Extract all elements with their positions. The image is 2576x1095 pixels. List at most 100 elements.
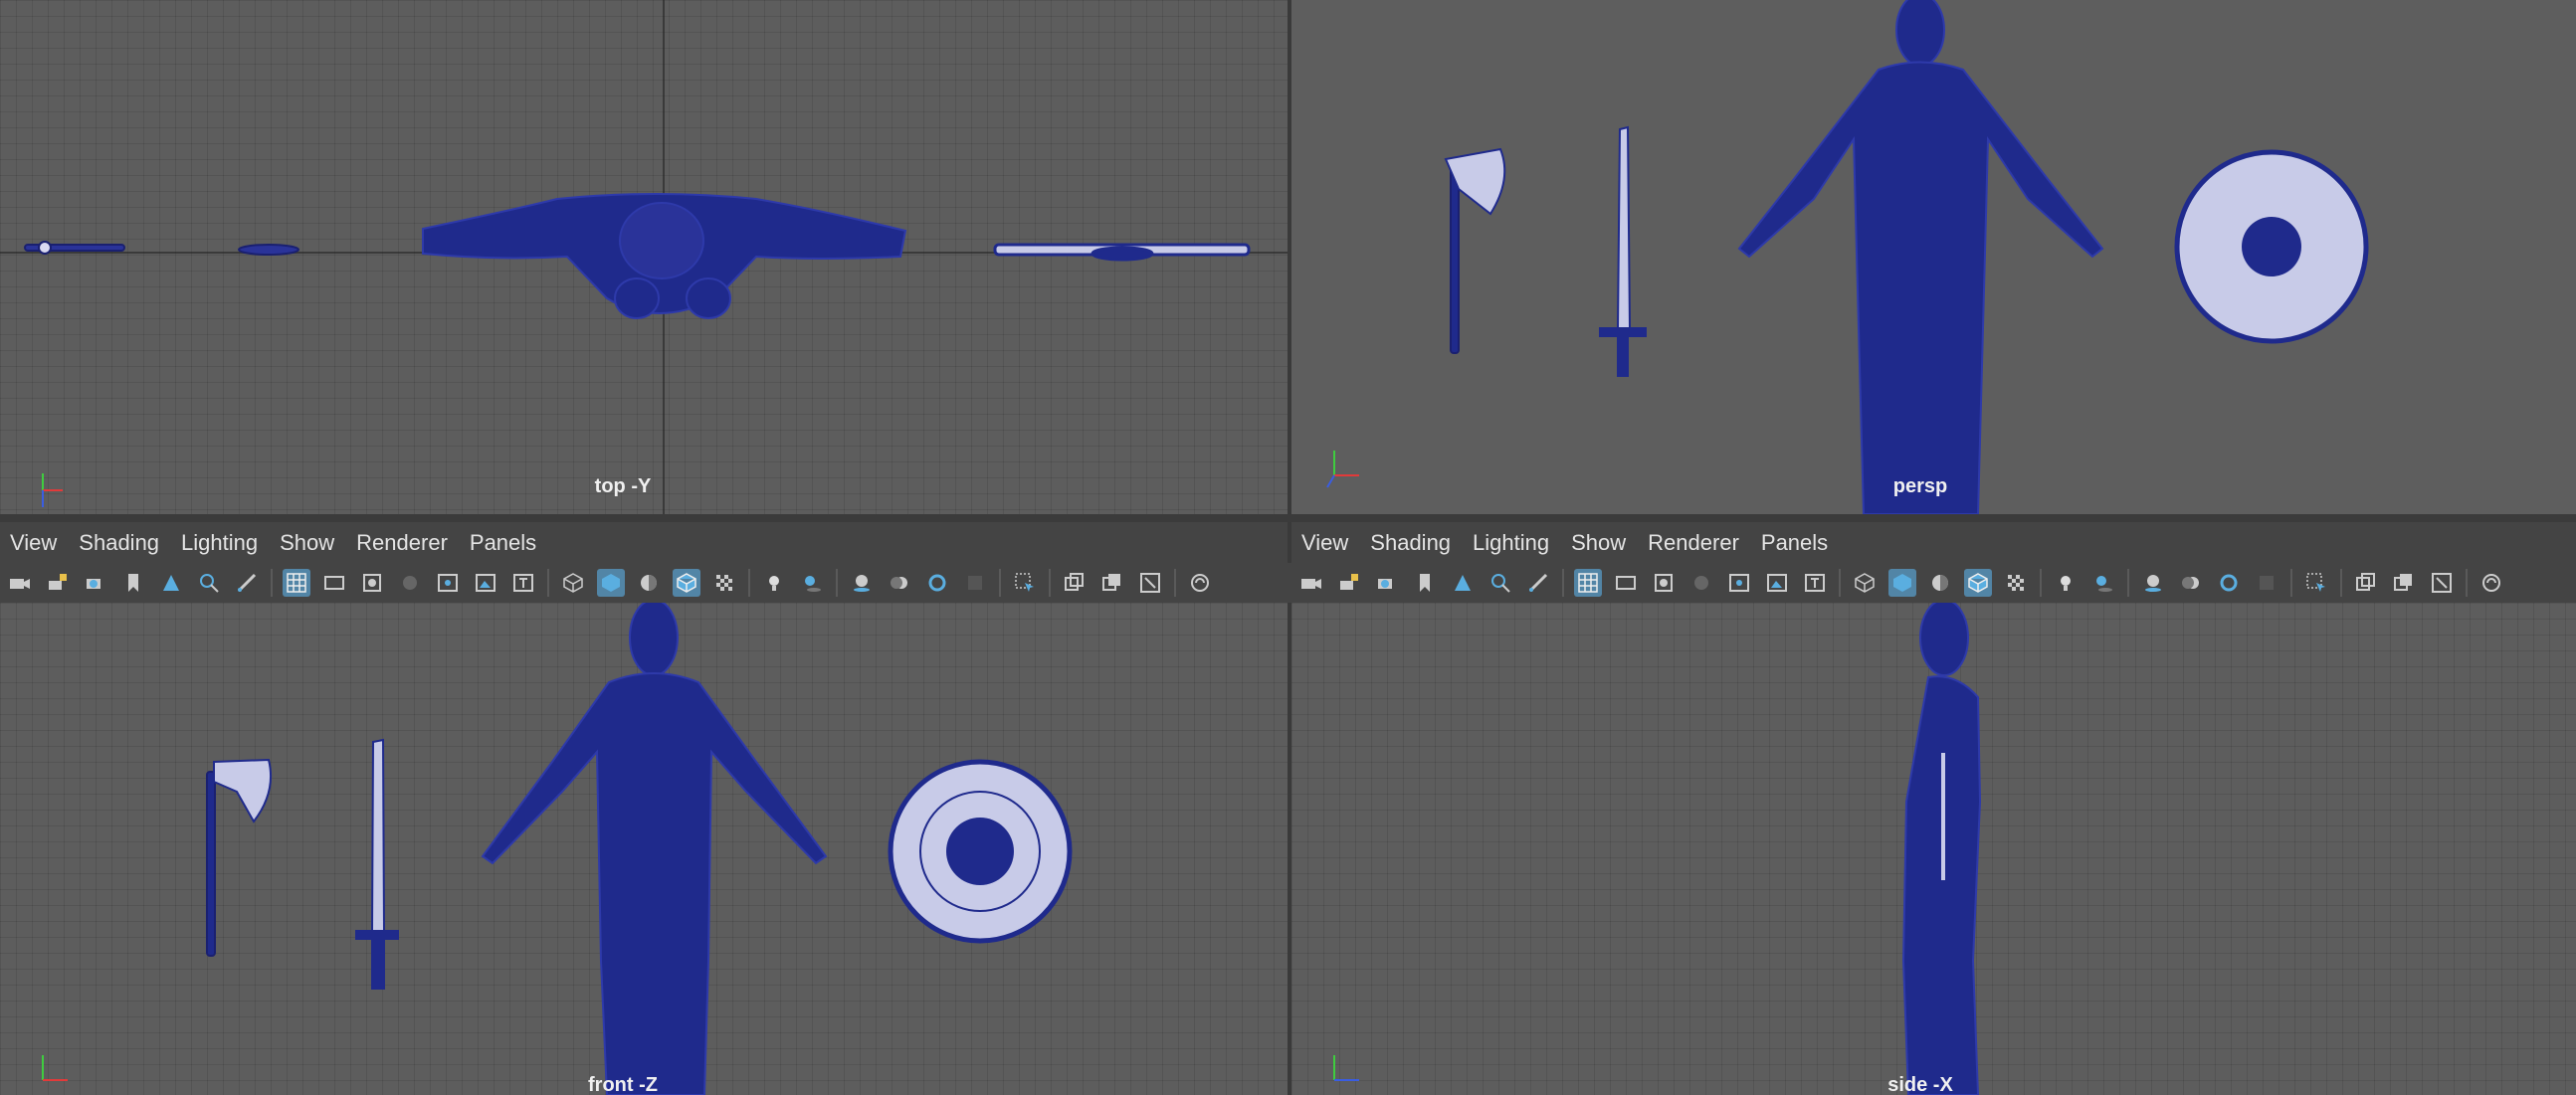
xray-components-icon[interactable] bbox=[2428, 569, 2456, 597]
grease-pencil-icon[interactable] bbox=[233, 569, 261, 597]
multisample-aa-icon[interactable] bbox=[2215, 569, 2243, 597]
motion-blur-icon[interactable] bbox=[2177, 569, 2205, 597]
safe-title-icon[interactable] bbox=[509, 569, 537, 597]
isolate-select-icon[interactable] bbox=[1011, 569, 1039, 597]
persp-view-mesh bbox=[1444, 0, 2369, 514]
panel-toolbar-front bbox=[0, 563, 1293, 603]
smooth-shade-icon[interactable] bbox=[1888, 569, 1916, 597]
grease-pencil-icon[interactable] bbox=[1524, 569, 1552, 597]
isolate-select-icon[interactable] bbox=[2302, 569, 2330, 597]
menu-lighting[interactable]: Lighting bbox=[1473, 530, 1549, 556]
shadows-icon[interactable] bbox=[2089, 569, 2117, 597]
toolbar-separator bbox=[2040, 569, 2042, 597]
character-front-icon bbox=[481, 603, 828, 1095]
safe-action-icon[interactable] bbox=[472, 569, 499, 597]
viewport-side[interactable]: side -X bbox=[1291, 603, 2576, 1095]
default-material-icon[interactable] bbox=[1926, 569, 1954, 597]
camera-zoom-icon[interactable] bbox=[1486, 569, 1514, 597]
xray-joints-icon[interactable] bbox=[1098, 569, 1126, 597]
safe-title-icon[interactable] bbox=[1801, 569, 1829, 597]
camera-attributes-icon[interactable] bbox=[1373, 569, 1401, 597]
depth-of-field-icon[interactable] bbox=[2253, 569, 2280, 597]
film-gate-icon[interactable] bbox=[320, 569, 348, 597]
xray-icon[interactable] bbox=[1061, 569, 1089, 597]
bookmark-icon[interactable] bbox=[119, 569, 147, 597]
wireframe-on-shaded-icon[interactable] bbox=[1964, 569, 1992, 597]
use-all-lights-icon[interactable] bbox=[760, 569, 788, 597]
lock-camera-icon[interactable] bbox=[1335, 569, 1363, 597]
menu-panels[interactable]: Panels bbox=[1761, 530, 1828, 556]
menu-show[interactable]: Show bbox=[1571, 530, 1626, 556]
resolution-gate-icon[interactable] bbox=[1650, 569, 1678, 597]
wireframe-icon[interactable] bbox=[1851, 569, 1879, 597]
field-chart-icon[interactable] bbox=[434, 569, 462, 597]
gate-mask-icon[interactable] bbox=[1687, 569, 1715, 597]
field-chart-icon[interactable] bbox=[1725, 569, 1753, 597]
use-all-lights-icon[interactable] bbox=[2052, 569, 2080, 597]
menu-show[interactable]: Show bbox=[280, 530, 334, 556]
axis-gizmo-side-icon bbox=[1333, 1055, 1359, 1081]
backface-culling-icon[interactable] bbox=[2477, 569, 2505, 597]
viewport-label-top: top -Y bbox=[594, 475, 652, 497]
axe-top-icon bbox=[24, 241, 125, 255]
xray-icon[interactable] bbox=[2352, 569, 2380, 597]
toolbar-separator bbox=[271, 569, 273, 597]
depth-of-field-icon[interactable] bbox=[961, 569, 989, 597]
screen-space-ao-icon[interactable] bbox=[848, 569, 876, 597]
menu-view[interactable]: View bbox=[1301, 530, 1348, 556]
panel-toolbar-side bbox=[1291, 563, 2576, 603]
menu-renderer[interactable]: Renderer bbox=[1648, 530, 1739, 556]
camera-icon[interactable] bbox=[6, 569, 34, 597]
textured-icon[interactable] bbox=[2002, 569, 2030, 597]
toolbar-separator bbox=[748, 569, 750, 597]
menu-view[interactable]: View bbox=[10, 530, 57, 556]
viewport-top[interactable]: top -Y bbox=[0, 0, 1288, 514]
smooth-shade-icon[interactable] bbox=[597, 569, 625, 597]
grid-icon[interactable] bbox=[1574, 569, 1602, 597]
xray-joints-icon[interactable] bbox=[2390, 569, 2418, 597]
top-view-mesh bbox=[24, 193, 1251, 319]
toolbar-separator bbox=[2340, 569, 2342, 597]
gate-mask-icon[interactable] bbox=[396, 569, 424, 597]
viewport-persp[interactable]: persp bbox=[1291, 0, 2576, 514]
multisample-aa-icon[interactable] bbox=[923, 569, 951, 597]
xray-components-icon[interactable] bbox=[1136, 569, 1164, 597]
toolbar-separator bbox=[2466, 569, 2468, 597]
toolbar-separator bbox=[547, 569, 549, 597]
shadows-icon[interactable] bbox=[798, 569, 826, 597]
axis-gizmo-front-icon bbox=[42, 1055, 68, 1081]
menu-shading[interactable]: Shading bbox=[1370, 530, 1451, 556]
screen-space-ao-icon[interactable] bbox=[2139, 569, 2167, 597]
menu-shading[interactable]: Shading bbox=[79, 530, 159, 556]
camera-icon[interactable] bbox=[1297, 569, 1325, 597]
viewport-front[interactable]: front -Z bbox=[0, 603, 1288, 1095]
menu-lighting[interactable]: Lighting bbox=[181, 530, 258, 556]
toolbar-separator bbox=[1049, 569, 1051, 597]
shield-front-icon bbox=[888, 759, 1073, 944]
image-plane-icon[interactable] bbox=[1449, 569, 1477, 597]
backface-culling-icon[interactable] bbox=[1186, 569, 1214, 597]
menu-renderer[interactable]: Renderer bbox=[356, 530, 448, 556]
lock-camera-icon[interactable] bbox=[44, 569, 72, 597]
film-gate-icon[interactable] bbox=[1612, 569, 1640, 597]
camera-zoom-icon[interactable] bbox=[195, 569, 223, 597]
sword-front-icon bbox=[355, 738, 399, 990]
motion-blur-icon[interactable] bbox=[886, 569, 913, 597]
wireframe-on-shaded-icon[interactable] bbox=[673, 569, 700, 597]
grid-icon[interactable] bbox=[283, 569, 310, 597]
viewport-label-side: side -X bbox=[1887, 1074, 1953, 1095]
textured-icon[interactable] bbox=[710, 569, 738, 597]
camera-attributes-icon[interactable] bbox=[82, 569, 109, 597]
image-plane-icon[interactable] bbox=[157, 569, 185, 597]
wireframe-icon[interactable] bbox=[559, 569, 587, 597]
safe-action-icon[interactable] bbox=[1763, 569, 1791, 597]
toolbar-separator bbox=[2290, 569, 2292, 597]
front-view-mesh bbox=[206, 603, 1073, 1095]
toolbar-separator bbox=[1562, 569, 1564, 597]
viewport-divider-horizontal[interactable] bbox=[0, 514, 2576, 522]
default-material-icon[interactable] bbox=[635, 569, 663, 597]
menu-panels[interactable]: Panels bbox=[470, 530, 536, 556]
resolution-gate-icon[interactable] bbox=[358, 569, 386, 597]
bookmark-icon[interactable] bbox=[1411, 569, 1439, 597]
side-view-mesh bbox=[1901, 603, 1982, 1095]
